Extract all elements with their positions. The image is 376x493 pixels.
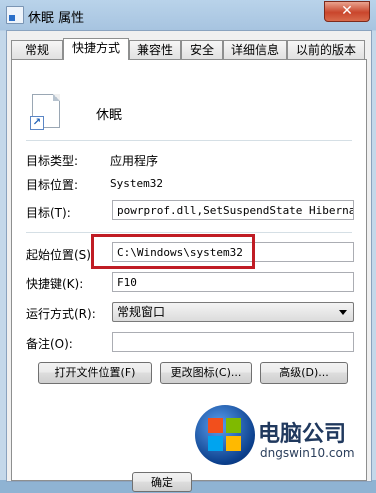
target-label: 目标(T): — [26, 206, 71, 220]
target-type-label: 目标类型: — [26, 154, 79, 168]
target-location-value: System32 — [110, 177, 163, 190]
page-fold-icon — [53, 94, 60, 101]
windows-flag-icon — [208, 418, 242, 452]
advanced-button[interactable]: 高级(D)... — [260, 362, 348, 384]
run-mode-select[interactable]: 常规窗口 — [112, 302, 354, 322]
tab-compatibility[interactable]: 兼容性 — [129, 40, 181, 59]
hotkey-highlight-box — [91, 234, 255, 269]
window-title: 休眠 属性 — [28, 11, 85, 26]
file-icon: ↗ — [30, 94, 60, 130]
start-in-label: 起始位置(S): — [26, 248, 96, 262]
tab-details[interactable]: 详细信息 — [223, 40, 287, 59]
hotkey-label: 快捷键(K): — [26, 277, 84, 291]
target-location-label: 目标位置: — [26, 178, 79, 192]
shortcut-arrow-icon: ↗ — [30, 116, 44, 130]
title-bar: 休眠 属性 ✕ — [0, 0, 376, 30]
open-file-location-button[interactable]: 打开文件位置(F) — [38, 362, 152, 384]
divider — [26, 232, 352, 233]
tab-previous-versions[interactable]: 以前的版本 — [287, 40, 365, 59]
chevron-down-icon — [339, 310, 347, 315]
close-button[interactable]: ✕ — [324, 1, 370, 22]
tab-general[interactable]: 常规 — [11, 40, 63, 59]
hotkey-field[interactable]: F10 — [112, 272, 354, 292]
watermark-url: dngswin10.com — [260, 446, 355, 460]
ok-button[interactable]: 确定 — [132, 472, 192, 492]
tab-shortcut[interactable]: 快捷方式 — [63, 38, 129, 60]
target-field[interactable]: powrprof.dll,SetSuspendState Hibernate — [112, 200, 354, 220]
comment-label: 备注(O): — [26, 337, 73, 351]
run-mode-value: 常规窗口 — [117, 305, 166, 319]
shortcut-icon — [6, 6, 24, 24]
windows-logo-icon — [195, 405, 255, 465]
shortcut-name: 休眠 — [96, 108, 123, 123]
change-icon-button[interactable]: 更改图标(C)... — [160, 362, 252, 384]
divider — [26, 140, 352, 141]
target-type-value: 应用程序 — [110, 154, 159, 168]
tab-security[interactable]: 安全 — [181, 40, 223, 59]
run-label: 运行方式(R): — [26, 307, 96, 321]
watermark-brand: 电脑公司 — [258, 422, 347, 447]
comment-field[interactable] — [112, 332, 354, 352]
